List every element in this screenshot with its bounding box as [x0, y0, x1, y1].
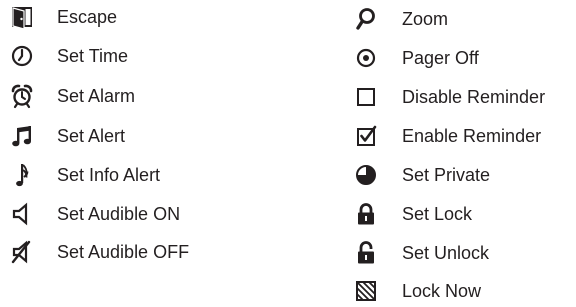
speaker-muted-icon: [9, 239, 35, 265]
legend-item-pager-off: Pager Off: [353, 43, 479, 73]
legend-item-set-info-alert: Set Info Alert: [9, 160, 160, 190]
legend-label: Disable Reminder: [402, 87, 546, 107]
unlocked-padlock-icon: [353, 240, 379, 266]
legend-label: Set Info Alert: [57, 165, 161, 185]
legend-label: Set Audible OFF: [57, 242, 190, 262]
legend-item-set-unlock: Set Unlock: [353, 238, 489, 268]
magnifier-icon: [353, 6, 379, 32]
legend-item-lock-now: Lock Now: [353, 276, 481, 306]
legend-label: Lock Now: [402, 281, 482, 301]
legend-item-set-private: Set Private: [353, 160, 490, 190]
legend-label: Set Lock: [402, 204, 473, 224]
legend-item-set-time: Set Time: [9, 41, 128, 71]
single-music-note-icon: [9, 162, 35, 188]
double-music-note-icon: [9, 123, 35, 149]
speaker-icon: [9, 201, 35, 227]
legend-item-set-alarm: Set Alarm: [9, 81, 135, 111]
half-circle-icon: [353, 162, 379, 188]
locked-padlock-icon: [353, 201, 379, 227]
legend-item-disable-reminder: Disable Reminder: [353, 82, 545, 112]
legend-item-set-alert: Set Alert: [9, 121, 125, 151]
legend-label: Escape: [57, 7, 118, 27]
legend-label: Set Time: [57, 46, 129, 66]
target-dot-icon: [353, 45, 379, 71]
legend-label: Zoom: [402, 9, 449, 29]
legend-item-set-audible-on: Set Audible ON: [9, 199, 180, 229]
legend-label: Enable Reminder: [402, 126, 542, 146]
checked-checkbox-icon: [353, 123, 379, 149]
legend-label: Set Alert: [57, 126, 126, 146]
legend-item-set-audible-off: Set Audible OFF: [9, 237, 189, 267]
legend-label: Pager Off: [402, 48, 479, 68]
legend-label: Set Audible ON: [57, 204, 181, 224]
legend-item-enable-reminder: Enable Reminder: [353, 121, 541, 151]
legend-item-zoom: Zoom: [353, 4, 448, 34]
legend-item-escape: Escape: [9, 2, 117, 32]
legend-label: Set Private: [402, 165, 491, 185]
legend-label: Set Unlock: [402, 243, 490, 263]
empty-checkbox-icon: [353, 84, 379, 110]
clock-icon: [9, 43, 35, 69]
legend-label: Set Alarm: [57, 86, 136, 106]
legend-item-set-lock: Set Lock: [353, 199, 472, 229]
icon-legend: Escape Set Time Set Alarm Set Alert Set …: [0, 0, 576, 307]
hatched-square-icon: [353, 278, 379, 304]
alarm-clock-icon: [9, 83, 35, 109]
escape-door-icon: [9, 4, 35, 30]
